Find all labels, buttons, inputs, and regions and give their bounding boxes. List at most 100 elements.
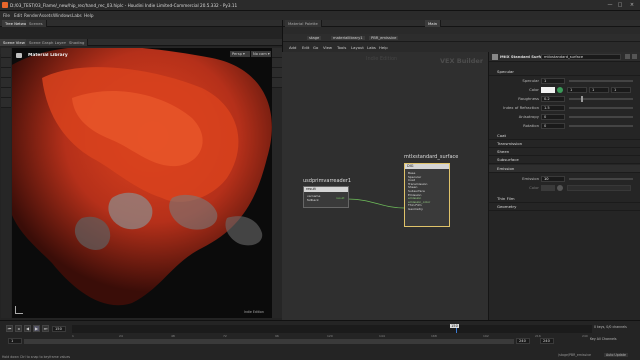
menu-help[interactable]: Help (84, 13, 94, 18)
key-all-channels-button[interactable]: Key All Channels (590, 337, 617, 341)
param-color-swatch[interactable] (541, 87, 555, 93)
tick-label: 48 (171, 334, 175, 338)
tab-scene-view[interactable]: Scene View (0, 39, 29, 46)
param-color-b[interactable]: 1 (611, 87, 631, 93)
tick-label: 72 (223, 334, 227, 338)
param-emission-field[interactable]: 10 (541, 176, 565, 182)
param-rotation-slider[interactable] (569, 125, 633, 127)
network-editor[interactable]: Indie Edition VEX Builder usdprimvarread… (282, 52, 488, 320)
end-frame-field-2[interactable]: 240 (540, 338, 554, 344)
lighting-icon[interactable] (272, 68, 282, 78)
param-rotation-field[interactable]: 0 (541, 123, 565, 129)
minimize-button[interactable]: — (606, 2, 614, 8)
param-specular-slider[interactable] (569, 80, 633, 82)
emission-color-wheel-icon[interactable] (557, 185, 563, 191)
tick-label: 240 (582, 334, 588, 338)
step-back-icon[interactable]: ◂ (15, 325, 22, 332)
jump-end-icon[interactable]: ⏭ (42, 325, 49, 332)
path-pbr-emissive[interactable]: PBR_emissive (369, 36, 399, 40)
param-roughness-label: Roughness (518, 96, 539, 101)
section-geometry[interactable]: Geometry (489, 203, 640, 211)
view-tool-icon[interactable] (1, 98, 11, 108)
menu-add[interactable]: Add (289, 45, 296, 50)
param-anisotropy-field[interactable]: 0 (541, 114, 565, 120)
select-tool-icon[interactable] (1, 48, 11, 58)
menu-help-net[interactable]: Help (379, 45, 388, 50)
network-path-bar: stage materiallibrary1 PBR_emissive (283, 34, 640, 42)
snapshot-icon[interactable] (272, 78, 282, 88)
param-emission-color-field[interactable] (567, 185, 631, 191)
usdprimvarreader-node[interactable]: result varname fallback result (303, 186, 349, 208)
scale-tool-icon[interactable] (1, 78, 11, 88)
menu-file[interactable]: File (3, 13, 10, 18)
param-color-g[interactable]: 1 (589, 87, 609, 93)
tick-label: 168 (431, 334, 437, 338)
handle-tool-icon[interactable] (1, 88, 11, 98)
menu-labs-net[interactable]: Labs (367, 45, 376, 50)
range-slider[interactable] (24, 339, 514, 344)
rotate-tool-icon[interactable] (1, 68, 11, 78)
param-roughness-slider[interactable] (569, 98, 633, 100)
camera-button[interactable]: No cam ▾ (251, 51, 271, 57)
menu-net-edit[interactable]: Edit (302, 45, 309, 50)
node-type-icon (492, 54, 498, 60)
mtlxstandard-surface-node[interactable]: DIG Base Specular Coat Transmission Shee… (404, 163, 450, 227)
menu-assets[interactable]: Assets (39, 13, 53, 18)
section-specular[interactable]: Specular (489, 68, 640, 76)
material-library-icon (16, 53, 22, 58)
end-frame-field[interactable]: 240 (516, 338, 530, 344)
menu-labs[interactable]: Labs (72, 13, 82, 18)
range-bar[interactable] (24, 339, 514, 344)
close-button[interactable]: × (628, 2, 636, 8)
play-reverse-icon[interactable]: ◀ (24, 325, 31, 332)
section-subsurface[interactable]: Subsurface (489, 156, 640, 164)
path-materiallibrary[interactable]: materiallibrary1 (331, 36, 365, 40)
timeline-track[interactable]: 150 (72, 324, 592, 333)
param-color-r[interactable]: 1 (567, 87, 587, 93)
menu-edit[interactable]: Edit (14, 13, 22, 18)
3d-viewport[interactable]: Material Library Persp ▾ No cam ▾ Indie … (12, 48, 272, 318)
current-frame-field[interactable]: 150 (52, 326, 66, 332)
persp-button[interactable]: Persp ▾ (230, 51, 250, 57)
param-ior-slider[interactable] (569, 107, 633, 109)
menu-layout[interactable]: Layout (351, 45, 364, 50)
start-frame-field[interactable]: 1 (8, 338, 22, 344)
menu-render[interactable]: Render (24, 13, 39, 18)
section-sheen[interactable]: Sheen (489, 148, 640, 156)
menu-view[interactable]: View (323, 45, 332, 50)
tab-shading[interactable]: Shading (66, 39, 89, 46)
tab-material-palette[interactable]: Material Palette (285, 20, 322, 27)
title-bar: D:/03_TEST/03_Flame/_new/hip_rec/hand_re… (0, 0, 640, 11)
section-transmission[interactable]: Transmission (489, 140, 640, 148)
auto-update-button[interactable]: Auto Update (604, 353, 628, 357)
param-ior-field[interactable]: 1.5 (541, 105, 565, 111)
tab-main[interactable]: Main (425, 20, 442, 27)
param-specular-field[interactable]: 1 (541, 78, 565, 84)
help-icon[interactable] (632, 54, 637, 59)
tab-scenes[interactable]: Scenes (26, 20, 47, 27)
maximize-button[interactable]: □ (616, 2, 624, 8)
menu-go[interactable]: Go (313, 45, 318, 50)
param-roughness-field[interactable]: 0.2 (541, 96, 565, 102)
param-emission-slider[interactable] (569, 178, 633, 180)
move-tool-icon[interactable] (1, 58, 11, 68)
status-path: /stage/PBR_emissive (558, 353, 591, 357)
section-coat[interactable]: Coat (489, 132, 640, 140)
section-emission[interactable]: Emission (489, 165, 640, 173)
menu-tools[interactable]: Tools (337, 45, 346, 50)
jump-start-icon[interactable]: ⏮ (6, 325, 13, 332)
display-options-icon[interactable] (272, 48, 282, 58)
param-anisotropy-slider[interactable] (569, 116, 633, 118)
shading-mode-icon[interactable] (272, 58, 282, 68)
left-top-tabs: Tree Network Scenes (0, 20, 282, 27)
path-stage[interactable]: stage (307, 36, 322, 40)
node-name-field[interactable]: mtlxstandard_surface (541, 54, 621, 60)
color-wheel-icon[interactable] (557, 87, 563, 93)
param-roughness-knob[interactable] (581, 96, 583, 102)
play-icon[interactable]: ▶ (33, 325, 40, 332)
param-emission-color-swatch[interactable] (541, 185, 555, 191)
gear-icon[interactable] (625, 54, 630, 59)
tab-scene-graph-layers[interactable]: Scene Graph Layers (26, 39, 72, 46)
menu-windows[interactable]: Windows (53, 13, 72, 18)
section-thin-film[interactable]: Thin Film (489, 195, 640, 203)
